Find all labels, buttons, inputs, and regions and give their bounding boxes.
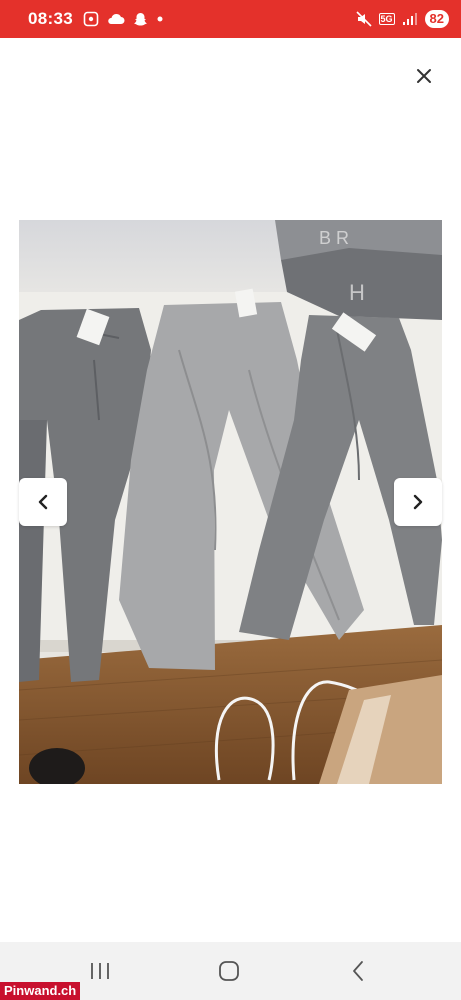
close-button[interactable] xyxy=(410,62,438,90)
next-image-button[interactable] xyxy=(394,478,442,526)
chevron-right-icon xyxy=(413,494,423,510)
screenshot-icon xyxy=(83,11,99,27)
back-icon xyxy=(353,961,363,981)
listing-photo[interactable]: B R H xyxy=(19,220,442,784)
previous-image-button[interactable] xyxy=(19,478,67,526)
recents-icon xyxy=(91,963,109,979)
status-bar: 08:33 5G 82 xyxy=(0,0,461,38)
signal-icon xyxy=(402,13,417,25)
chevron-left-icon xyxy=(38,494,48,510)
snapchat-icon xyxy=(133,12,147,25)
svg-text:B R: B R xyxy=(319,228,349,248)
dot-icon xyxy=(157,16,163,22)
home-icon xyxy=(219,961,239,981)
site-watermark: Pinwand.ch xyxy=(0,982,81,1000)
close-icon xyxy=(417,69,431,83)
mute-icon xyxy=(355,11,372,27)
network-type: 5G xyxy=(378,13,395,25)
home-button[interactable] xyxy=(209,956,249,986)
battery-badge: 82 xyxy=(424,10,449,28)
status-time: 08:33 xyxy=(28,9,73,28)
recents-button[interactable] xyxy=(80,956,120,986)
back-button[interactable] xyxy=(338,956,378,986)
cloud-icon xyxy=(108,13,125,24)
svg-text:H: H xyxy=(349,280,365,305)
